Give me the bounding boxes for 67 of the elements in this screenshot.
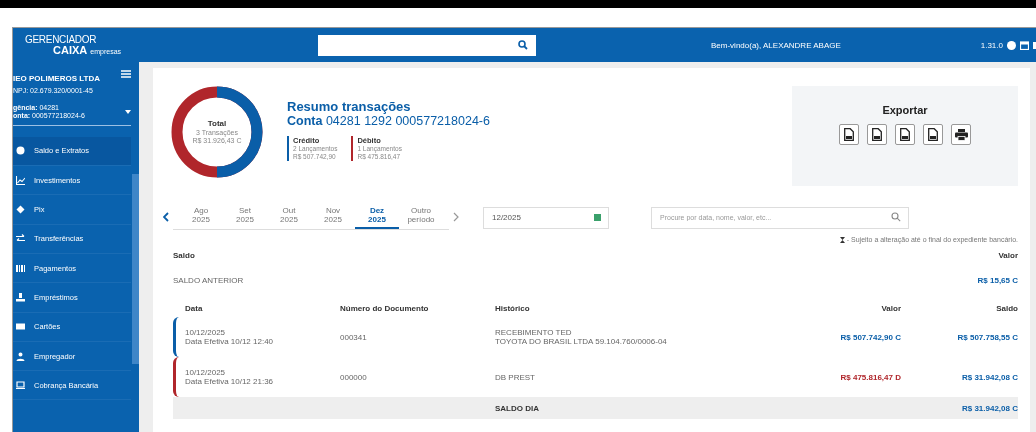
caret-icon[interactable] [125,110,131,115]
table-cell-text: R$ 507.758,55 C [956,332,1018,342]
previous-balance: R$ 15,65 C [977,276,1018,286]
period-tab[interactable]: Dez 2025 [355,204,399,230]
period-tab[interactable]: Out 2025 [267,204,311,230]
balance-heading: Saldo [173,251,195,261]
menu-item-icon [16,292,25,302]
help-icon[interactable] [1007,40,1016,50]
company-name: IEO POLIMEROS LTDA [13,74,100,83]
menu-icon[interactable] [1033,40,1036,50]
file-icon [900,128,910,141]
summary-title: Resumo transações [287,99,412,114]
menu-icon[interactable] [121,70,131,78]
day-total-balance: R$ 31.942,08 C [960,403,1018,413]
export-button[interactable] [867,124,887,145]
table-cell-text: 10/12/2025 Data Efetiva 10/12 21:36 [185,367,275,387]
export-button[interactable] [951,124,971,145]
total-label: Total [207,119,227,129]
table-cell-text: 000000 [340,372,368,382]
column-header: Data [185,303,204,313]
column-header: Saldo [995,303,1018,313]
column-header: Histórico [495,303,531,313]
menu-item-icon [16,351,25,361]
menu-item-icon [16,263,25,273]
welcome-text: Bem-vindo(a), ALEXANDRE ABAGE [711,40,842,50]
table-cell-text: R$ 507.742,90 C [839,332,901,342]
previous-balance-label: SALDO ANTERIOR [173,276,244,286]
table-cell-text: R$ 31.942,08 C [960,372,1018,382]
file-icon [872,128,882,141]
version-text: 1.31.0 [980,40,1003,50]
calendar-icon[interactable] [594,213,601,222]
search-field[interactable] [318,34,536,56]
file-icon [844,128,854,141]
calendar-icon[interactable] [1020,40,1029,50]
export-button[interactable] [839,124,859,145]
day-total-label: SALDO DIA [495,403,540,413]
search-icon[interactable] [518,40,528,50]
date-field[interactable]: 12/2025 [483,206,609,229]
scrollbar[interactable] [132,174,139,364]
column-header: Número do Documento [340,303,430,313]
menu-item-icon [16,322,25,332]
account-number: Conta 04281 1292 000577218024-6 [287,114,490,128]
menu-item-icon [16,146,25,156]
hourglass-icon [839,236,845,243]
period-tab[interactable]: Nov 2025 [311,204,355,230]
column-header: Valor [880,303,901,313]
period-tab[interactable]: Set 2025 [223,204,267,230]
search-icon[interactable] [891,212,901,223]
table-cell-text: DB PREST [495,372,536,383]
file-icon [928,128,938,141]
table-cell-text: RECEBIMENTO TED TOYOTA DO BRASIL LTDA 59.104.760/0006-04 [495,327,668,347]
previous-button[interactable] [163,212,169,223]
menu-item-icon [16,234,25,244]
print-icon [954,128,968,141]
menu-item-icon [16,380,25,390]
export-title: Exportar [882,104,928,116]
next-button[interactable] [453,212,459,223]
table-cell-text: 10/12/2025 Data Efetiva 10/12 12:40 [185,327,275,347]
period-tab[interactable]: Ago 2025 [179,204,223,230]
menu-item-icon [16,205,25,214]
export-button[interactable] [895,124,915,145]
value-heading: Valor [998,251,1018,261]
export-button[interactable] [923,124,943,145]
period-tab[interactable]: Outro período [399,204,443,230]
table-cell-text: 000341 [340,332,368,342]
menu-item-icon [16,175,25,185]
table-cell-text: R$ 475.816,47 D [839,372,901,382]
